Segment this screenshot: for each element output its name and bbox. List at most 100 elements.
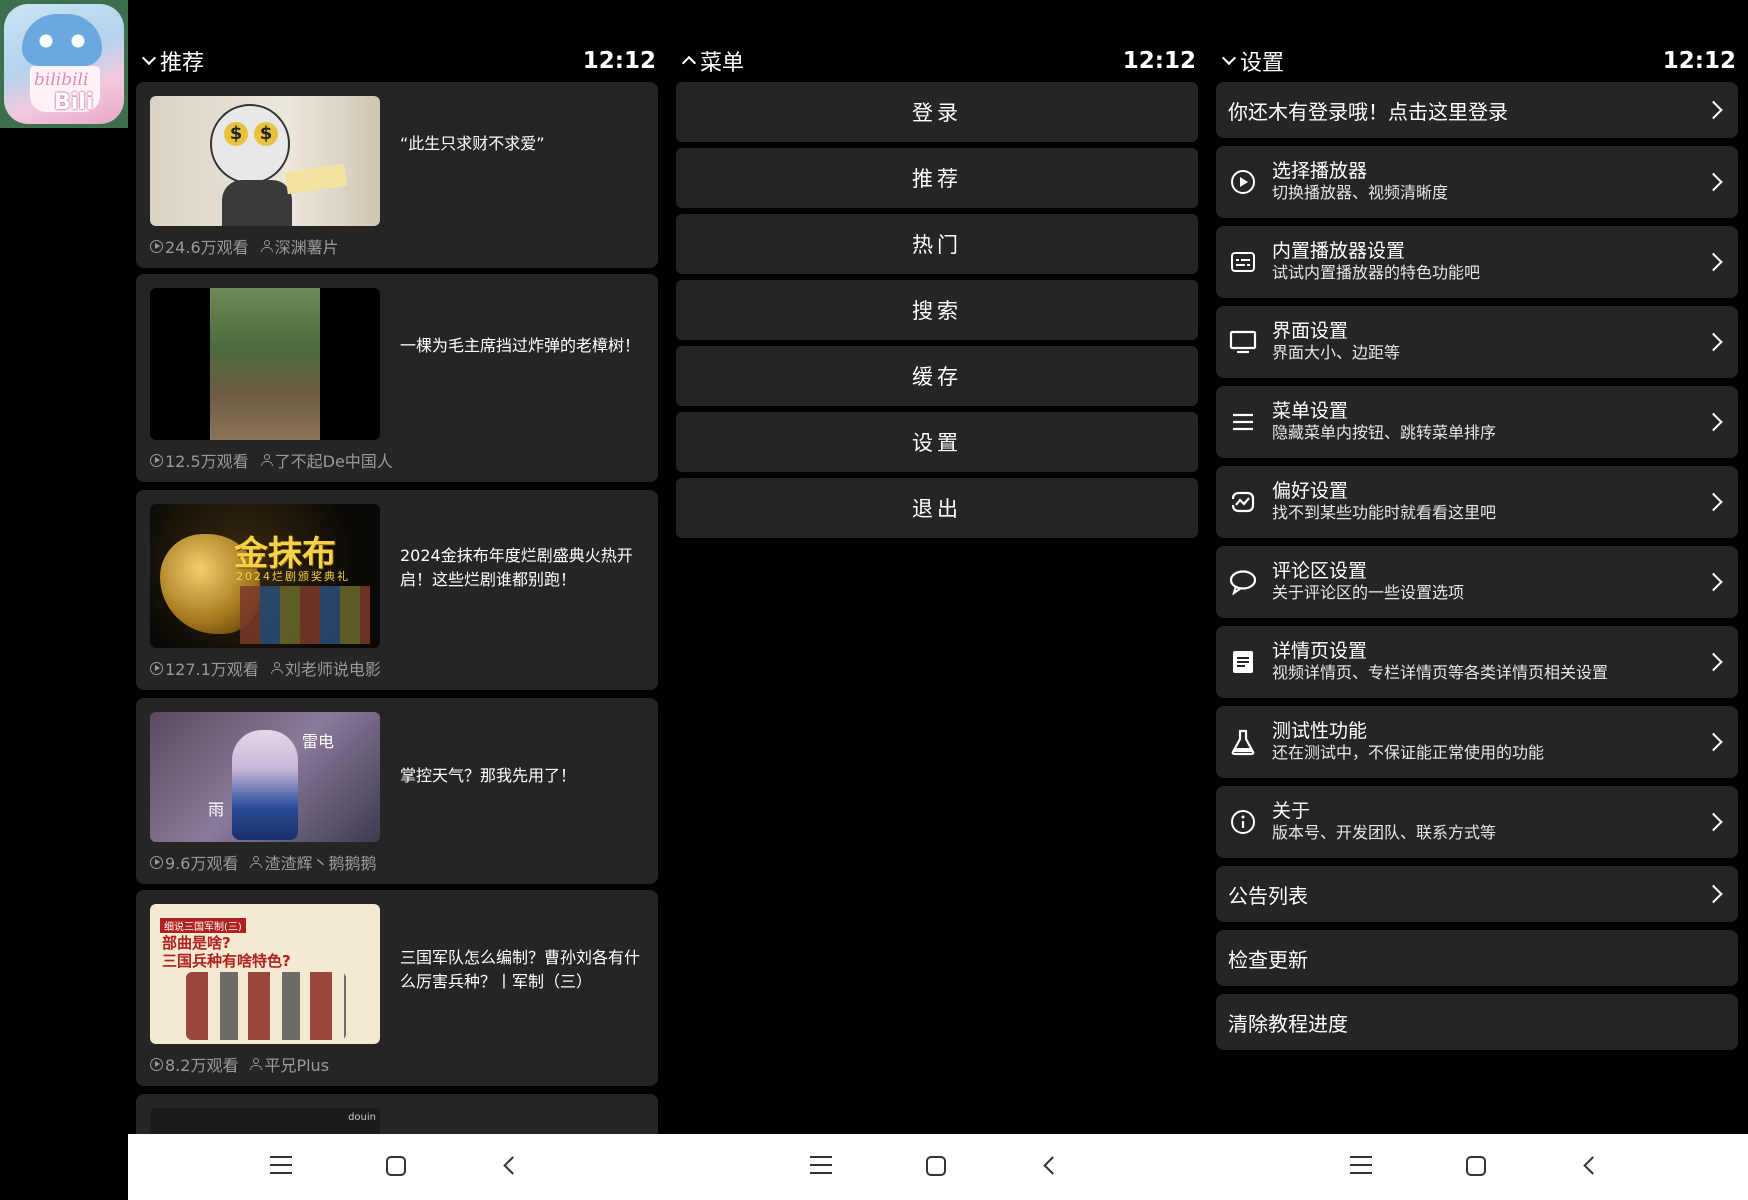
video-card[interactable]: 一棵为毛主席挡过炸弹的老樟树！ 12.5万观看 了不起De中国人 xyxy=(136,274,658,482)
menu-panel: 菜单 12:12 登录 推荐 热门 搜索 缓存 设置 退出 xyxy=(668,0,1208,1200)
home-icon[interactable] xyxy=(1466,1156,1486,1176)
recent-apps-icon[interactable] xyxy=(270,1156,292,1174)
chevron-right-icon xyxy=(1704,812,1723,832)
play-circle-icon xyxy=(1228,167,1258,197)
settings-about[interactable]: 关于 版本号、开发团队、联系方式等 xyxy=(1216,786,1738,858)
video-meta: 12.5万观看 了不起De中国人 xyxy=(150,448,393,472)
settings-interface[interactable]: 界面设置 界面大小、边距等 xyxy=(1216,306,1738,378)
settings-item-title: 测试性功能 xyxy=(1272,720,1368,742)
settings-item-subtitle: 关于评论区的一些设置选项 xyxy=(1272,583,1465,602)
settings-item-title: 关于 xyxy=(1272,800,1311,822)
settings-item-subtitle: 还在测试中，不保证能正常使用的功能 xyxy=(1272,743,1545,762)
info-icon xyxy=(1228,807,1258,837)
announcement-list-row[interactable]: 公告列表 xyxy=(1216,866,1738,922)
recent-apps-icon[interactable] xyxy=(810,1156,832,1174)
play-count-icon xyxy=(150,855,163,869)
video-title: 掌控天气？那我先用了！ xyxy=(400,766,577,785)
video-card[interactable]: 金抹布 2024烂剧颁奖典礼 2024金抹布年度烂剧盛典火热开启！这些烂剧谁都别… xyxy=(136,490,658,690)
menu-cache-button[interactable]: 缓存 xyxy=(676,346,1198,406)
video-title: 三国军队怎么编制？曹孙刘各有什么厉害兵种？丨军制（三） xyxy=(400,948,641,991)
view-count: 127.1万观看 xyxy=(165,660,259,679)
settings-item-subtitle: 界面大小、边距等 xyxy=(1272,343,1401,362)
app-icon[interactable]: bilibili Bili xyxy=(0,0,128,128)
menu-settings-button[interactable]: 设置 xyxy=(676,412,1198,472)
video-card[interactable]: 雷电 雨 掌控天气？那我先用了！ 9.6万观看 渣渣辉丶鹅鹅鹅 xyxy=(136,698,658,884)
view-count: 8.2万观看 xyxy=(165,1056,239,1075)
settings-item-subtitle: 试试内置播放器的特色功能吧 xyxy=(1272,263,1481,282)
chevron-right-icon xyxy=(1704,100,1723,120)
settings-item-title: 偏好设置 xyxy=(1272,480,1349,502)
settings-item-subtitle: 隐藏菜单内按钮、跳转菜单排序 xyxy=(1272,423,1497,442)
settings-item-subtitle: 找不到某些功能时就看看这里吧 xyxy=(1272,503,1497,522)
settings-item-title: 菜单设置 xyxy=(1272,400,1349,422)
home-icon[interactable] xyxy=(926,1156,946,1176)
view-count: 24.6万观看 xyxy=(165,238,249,257)
settings-item-title: 评论区设置 xyxy=(1272,560,1368,582)
back-icon[interactable] xyxy=(1583,1156,1602,1175)
video-card[interactable]: $ $ “此生只求财不求爱” 24.6万观看 深渊薯片 xyxy=(136,82,658,268)
home-icon[interactable] xyxy=(386,1156,406,1176)
check-update-button[interactable]: 检查更新 xyxy=(1216,930,1738,986)
panel-title: 设置 xyxy=(1240,51,1285,76)
menu-search-button[interactable]: 搜索 xyxy=(676,280,1198,340)
panel-title: 推荐 xyxy=(160,51,205,76)
view-count: 9.6万观看 xyxy=(165,854,239,873)
panel-title: 菜单 xyxy=(700,51,745,76)
settings-preference[interactable]: 偏好设置 找不到某些功能时就看看这里吧 xyxy=(1216,466,1738,538)
video-thumbnail: douin xyxy=(150,1108,380,1134)
settings-comments[interactable]: 评论区设置 关于评论区的一些设置选项 xyxy=(1216,546,1738,618)
settings-item-title: 详情页设置 xyxy=(1272,640,1368,662)
back-icon[interactable] xyxy=(503,1156,522,1175)
video-title: 2024金抹布年度烂剧盛典火热开启！这些烂剧谁都别跑！ xyxy=(400,546,633,589)
video-thumbnail: $ $ xyxy=(150,96,380,226)
uploader-icon xyxy=(250,856,263,868)
chevron-up-icon xyxy=(681,55,697,71)
video-card[interactable]: douin xyxy=(136,1094,658,1134)
menu-exit-button[interactable]: 退出 xyxy=(676,478,1198,538)
flask-icon xyxy=(1228,727,1258,757)
nav-group xyxy=(668,1134,1208,1200)
play-count-icon xyxy=(150,453,163,467)
subtitles-icon xyxy=(1228,247,1258,277)
uploader-name: 平兄Plus xyxy=(264,1056,330,1075)
settings-detail-page[interactable]: 详情页设置 视频详情页、专栏详情页等各类详情页相关设置 xyxy=(1216,626,1738,698)
nav-group xyxy=(128,1134,668,1200)
uploader-icon xyxy=(260,454,273,466)
recent-apps-icon[interactable] xyxy=(1350,1156,1372,1174)
video-title: 一棵为毛主席挡过炸弹的老樟树！ xyxy=(400,336,641,355)
back-icon[interactable] xyxy=(1043,1156,1062,1175)
video-meta: 24.6万观看 深渊薯片 xyxy=(150,234,339,258)
settings-player-select[interactable]: 选择播放器 切换播放器、视频清晰度 xyxy=(1216,146,1738,218)
recommend-panel: 推荐 12:12 $ $ “此生只求财不求爱” 24.6万观看 深渊薯片 一棵为… xyxy=(128,0,668,1200)
settings-menu[interactable]: 菜单设置 隐藏菜单内按钮、跳转菜单排序 xyxy=(1216,386,1738,458)
video-feed[interactable]: $ $ “此生只求财不求爱” 24.6万观看 深渊薯片 一棵为毛主席挡过炸弹的老… xyxy=(128,82,668,1134)
panel-header[interactable]: 推荐 12:12 xyxy=(128,42,668,80)
menu-login-button[interactable]: 登录 xyxy=(676,82,1198,142)
play-count-icon xyxy=(150,239,163,253)
settings-item-subtitle: 版本号、开发团队、联系方式等 xyxy=(1272,823,1497,842)
settings-item-title: 界面设置 xyxy=(1272,320,1349,342)
panel-header[interactable]: 菜单 12:12 xyxy=(668,42,1208,80)
video-thumbnail xyxy=(150,288,380,440)
settings-experimental[interactable]: 测试性功能 还在测试中，不保证能正常使用的功能 xyxy=(1216,706,1738,778)
uploader-name: 深渊薯片 xyxy=(274,238,339,257)
clear-tutorial-button[interactable]: 清除教程进度 xyxy=(1216,994,1738,1050)
uploader-name: 渣渣辉丶鹅鹅鹅 xyxy=(264,854,377,873)
nav-group xyxy=(1208,1134,1748,1200)
panel-header[interactable]: 设置 12:12 xyxy=(1208,42,1748,80)
chevron-right-icon xyxy=(1704,652,1723,672)
login-prompt-row[interactable]: 你还木有登录哦！点击这里登录 xyxy=(1216,82,1738,138)
settings-builtin-player[interactable]: 内置播放器设置 试试内置播放器的特色功能吧 xyxy=(1216,226,1738,298)
menu-recommend-button[interactable]: 推荐 xyxy=(676,148,1198,208)
chevron-right-icon xyxy=(1704,732,1723,752)
chevron-down-icon xyxy=(141,50,157,66)
video-title: “此生只求财不求爱” xyxy=(400,134,545,153)
settings-item-title: 内置播放器设置 xyxy=(1272,240,1406,262)
menu-popular-button[interactable]: 热门 xyxy=(676,214,1198,274)
video-card[interactable]: 细说三国军制(三) 部曲是啥? 三国兵种有啥特色? 三国军队怎么编制？曹孙刘各有什… xyxy=(136,890,658,1086)
uploader-name: 刘老师说电影 xyxy=(284,660,381,679)
play-count-icon xyxy=(150,661,163,675)
video-meta: 8.2万观看 平兄Plus xyxy=(150,1052,329,1076)
view-count: 12.5万观看 xyxy=(165,452,249,471)
chevron-right-icon xyxy=(1704,252,1723,272)
